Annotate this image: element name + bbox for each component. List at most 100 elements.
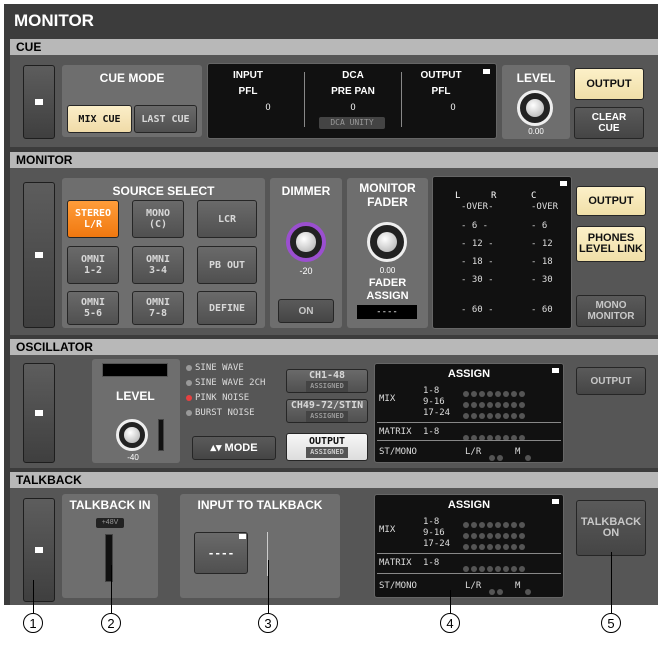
popup-icon xyxy=(552,368,559,373)
radio-icon xyxy=(186,364,192,371)
source-omni-3-4[interactable]: OMNI 3-4 xyxy=(132,246,184,284)
popup-icon[interactable] xyxy=(483,69,490,74)
phantom-indicator: +48V xyxy=(96,518,124,528)
dimmer-knob[interactable] xyxy=(286,222,326,262)
oscillator-name-field[interactable] xyxy=(102,363,168,377)
window-icon xyxy=(35,410,43,416)
monitor-fader-label: MONITOR FADER xyxy=(359,181,416,209)
cue-output-button[interactable]: OUTPUT xyxy=(574,68,644,100)
tb-mix-1-8: 1-8 xyxy=(423,517,440,527)
osc-m-dot xyxy=(525,448,533,466)
monitor-fader-knob[interactable] xyxy=(367,222,407,262)
source-mono-c[interactable]: MONO (C) xyxy=(132,200,184,238)
output-assign-button[interactable]: OUTPUT ASSIGNED xyxy=(286,433,368,461)
cue-mode-label: CUE MODE xyxy=(99,71,165,85)
monitor-popup-button[interactable] xyxy=(23,182,55,328)
talkback-in-panel: TALKBACK IN +48V xyxy=(62,494,158,598)
osc-mix-label: MIX xyxy=(379,394,396,404)
source-define[interactable]: DEFINE xyxy=(197,291,257,325)
scale-c-12: - 12 xyxy=(531,239,553,249)
fader-assign-label: FADER ASSIGN xyxy=(366,277,409,302)
osc-output-button[interactable]: OUTPUT xyxy=(576,367,646,395)
oscillator-level-panel: LEVEL -40 xyxy=(92,359,180,463)
monitor-meter-display[interactable]: L R C -OVER- - 6 - - 12 - - 18 - - 30 - … xyxy=(432,176,572,329)
source-lcr[interactable]: LCR xyxy=(197,200,257,238)
tb-lr-dots xyxy=(489,582,505,600)
window-icon xyxy=(35,547,43,553)
callout-5: 5 xyxy=(601,613,621,633)
cue-section: CUE MODE MIX CUE LAST CUE INPUT PFL 0 DC… xyxy=(10,55,658,147)
window-icon xyxy=(35,99,43,105)
tb-matrix-dots xyxy=(463,559,559,577)
osc-lr-label: L/R xyxy=(465,447,482,457)
cue-section-header: CUE xyxy=(10,39,658,55)
fader-assign-value[interactable]: ---- xyxy=(357,305,417,319)
output-assign-status: ASSIGNED xyxy=(306,447,348,458)
ch49-72-status: ASSIGNED xyxy=(306,411,348,422)
level-knob[interactable] xyxy=(517,90,553,126)
last-cue-button[interactable]: LAST CUE xyxy=(134,105,197,133)
window-icon xyxy=(35,252,43,258)
ch49-72-button[interactable]: CH49-72/STIN ASSIGNED xyxy=(286,399,368,423)
callout-line-5 xyxy=(611,552,612,613)
osc-stmono-label: ST/MONO xyxy=(379,447,417,457)
cue-status-display: INPUT PFL 0 DCA PRE PAN 0 DCA UNITY OUTP… xyxy=(207,63,497,139)
osc-assign-display[interactable]: ASSIGN MIX 1-8 9-16 17-24 MATRIX 1-8 ST/… xyxy=(374,363,564,463)
source-select-panel: SOURCE SELECT STEREO L/R MONO (C) LCR OM… xyxy=(62,178,265,328)
level-label: LEVEL xyxy=(516,71,556,85)
osc-mix-1-8: 1-8 xyxy=(423,386,440,396)
dca-unity-indicator: DCA UNITY xyxy=(319,117,385,129)
dimmer-value: -20 xyxy=(299,266,313,276)
callout-3: 3 xyxy=(258,613,278,633)
oscillator-section: LEVEL -40 SINE WAVE SINE WAVE 2CH PINK N… xyxy=(10,355,658,468)
mode-button[interactable]: ▴▾ MODE xyxy=(192,436,276,460)
osc-assign-title: ASSIGN xyxy=(447,368,491,380)
scale-c-over: -OVER xyxy=(531,202,559,212)
cue-mode-panel: CUE MODE MIX CUE LAST CUE xyxy=(62,65,202,137)
input-to-talkback-panel: INPUT TO TALKBACK ---- xyxy=(180,494,340,598)
osc-level-knob[interactable] xyxy=(116,419,148,451)
wave-pink-noise[interactable]: PINK NOISE xyxy=(186,393,249,403)
monitor-output-button[interactable]: OUTPUT xyxy=(576,186,646,216)
wave-burst-noise[interactable]: BURST NOISE xyxy=(186,408,255,418)
scale-lr-60: - 60 - xyxy=(461,305,494,315)
dimmer-on-button[interactable]: ON xyxy=(278,299,334,323)
talkback-in-label: TALKBACK IN xyxy=(69,498,151,512)
divider xyxy=(377,440,561,441)
source-omni-1-2[interactable]: OMNI 1-2 xyxy=(67,246,119,284)
scale-c-60: - 60 xyxy=(531,305,553,315)
cue-popup-button[interactable] xyxy=(23,65,55,139)
input-to-talkback-label: INPUT TO TALKBACK xyxy=(197,498,323,512)
wave-sine-2ch[interactable]: SINE WAVE 2CH xyxy=(186,378,265,388)
osc-matrix-dots xyxy=(463,428,559,446)
mix-cue-button[interactable]: MIX CUE xyxy=(67,105,132,133)
fader-value: 0.00 xyxy=(379,266,396,275)
clear-cue-button[interactable]: CLEAR CUE xyxy=(574,107,644,139)
talkback-on-button[interactable]: TALKBACK ON xyxy=(576,500,646,556)
osc-matrix-range: 1-8 xyxy=(423,427,440,437)
scale-c-6: - 6 xyxy=(531,221,548,231)
tb-lr-label: L/R xyxy=(465,581,482,591)
callout-line-3 xyxy=(268,560,269,613)
monitor-section-header: MONITOR xyxy=(10,152,658,168)
cue-level-panel: LEVEL 0.00 xyxy=(502,65,570,139)
radio-icon xyxy=(186,379,192,386)
popup-icon xyxy=(239,534,246,539)
ch1-48-button[interactable]: CH1-48 ASSIGNED xyxy=(286,369,368,393)
wave-selector: SINE WAVE SINE WAVE 2CH PINK NOISE BURST… xyxy=(186,361,284,433)
input-value: 0 xyxy=(265,102,271,112)
phones-level-link-button[interactable]: PHONES LEVEL LINK xyxy=(576,226,646,262)
mono-monitor-button[interactable]: MONO MONITOR xyxy=(576,295,646,327)
dca-value: 0 xyxy=(350,102,356,112)
source-stereo-lr[interactable]: STEREO L/R xyxy=(67,200,119,238)
talkback-assign-display[interactable]: ASSIGN MIX 1-8 9-16 17-24 MATRIX 1-8 ST/… xyxy=(374,494,564,598)
oscillator-popup-button[interactable] xyxy=(23,363,55,463)
source-omni-5-6[interactable]: OMNI 5-6 xyxy=(67,291,119,325)
wave-sine[interactable]: SINE WAVE xyxy=(186,363,244,373)
tb-mix-9-16: 9-16 xyxy=(423,528,445,538)
talkback-popup-button[interactable] xyxy=(23,498,55,602)
ch1-48-status: ASSIGNED xyxy=(306,381,348,392)
source-omni-7-8[interactable]: OMNI 7-8 xyxy=(132,291,184,325)
source-pb-out[interactable]: PB OUT xyxy=(197,246,257,284)
ch1-48-label: CH1-48 xyxy=(308,370,346,381)
